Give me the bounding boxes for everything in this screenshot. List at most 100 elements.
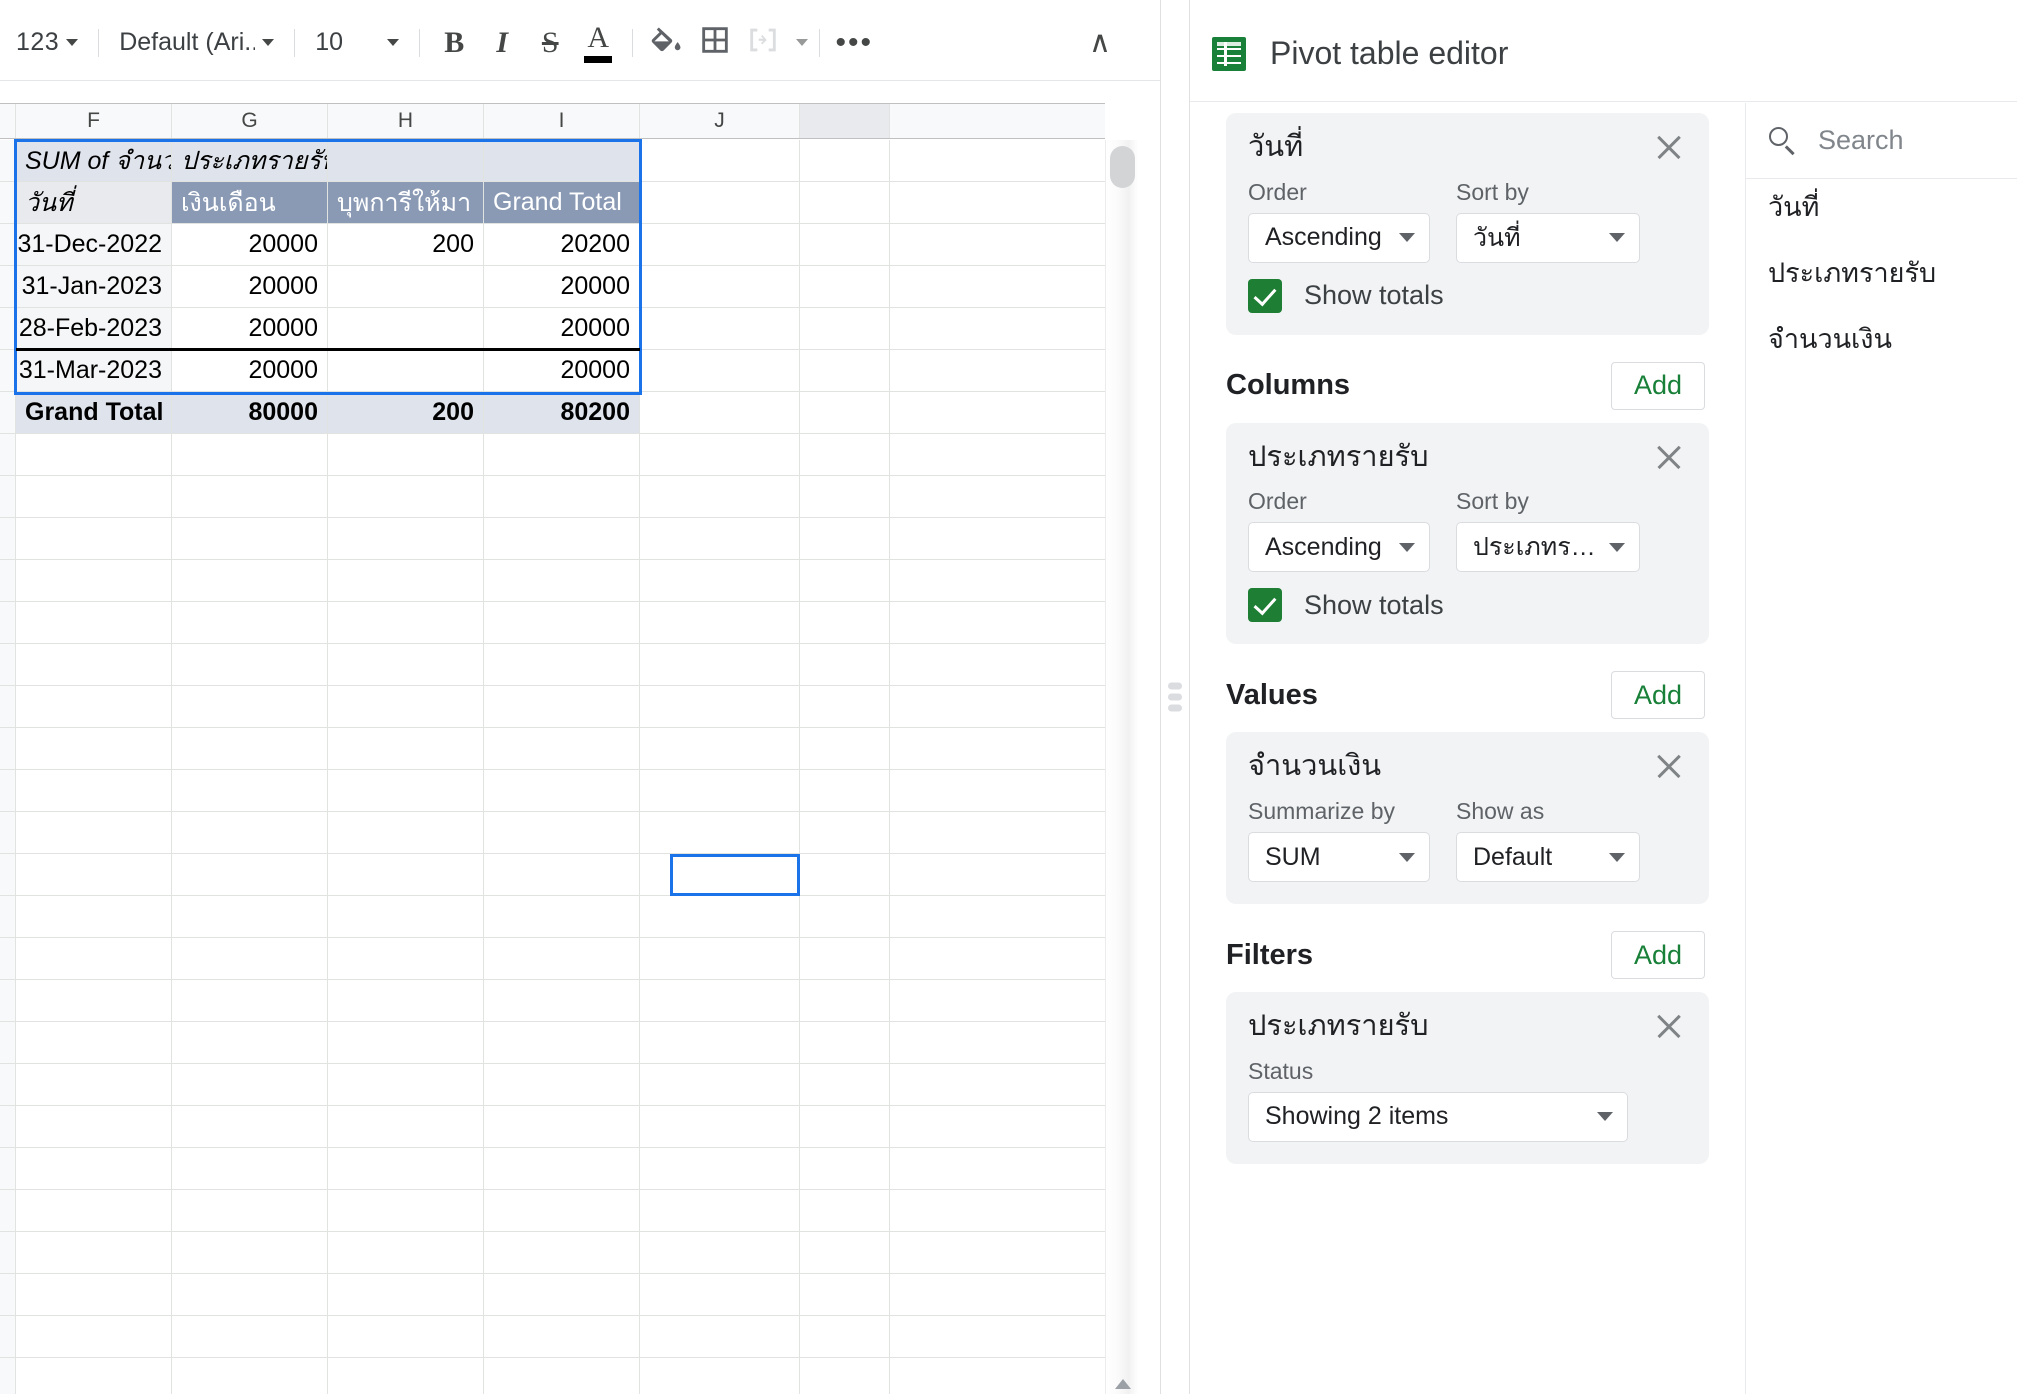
empty-cell[interactable] (800, 560, 890, 601)
empty-cell[interactable] (16, 1274, 172, 1315)
columns-field-card[interactable]: ประเภทรายรับ Order Ascending Sort by ประ… (1226, 422, 1709, 645)
empty-cell[interactable] (800, 266, 890, 307)
row-gutter[interactable] (0, 812, 16, 853)
empty-cell[interactable] (328, 518, 484, 559)
row-gutter[interactable] (0, 1064, 16, 1105)
empty-cell[interactable] (484, 1148, 640, 1189)
table-row[interactable] (0, 1316, 1105, 1358)
empty-cell[interactable] (484, 686, 640, 727)
empty-cell[interactable] (800, 224, 890, 265)
pivot-value-cell[interactable]: 20000 (484, 266, 640, 307)
row-gutter[interactable] (0, 938, 16, 979)
filter-status-select[interactable]: Showing 2 items (1248, 1091, 1628, 1142)
pivot-value-cell[interactable]: 20000 (172, 308, 328, 349)
empty-cell[interactable] (640, 476, 800, 517)
rows-order-select[interactable]: Ascending (1248, 212, 1430, 263)
empty-cell[interactable] (800, 308, 890, 349)
table-row[interactable] (0, 1190, 1105, 1232)
empty-cell[interactable] (172, 980, 328, 1021)
empty-cell[interactable] (16, 1022, 172, 1063)
pivot-value-cell[interactable]: 20000 (484, 350, 640, 391)
empty-cell[interactable] (484, 602, 640, 643)
empty-cell[interactable] (800, 1106, 890, 1147)
vertical-scrollbar[interactable] (1105, 140, 1138, 1394)
values-field-card[interactable]: จำนวนเงิน Summarize by SUM Show as Defau… (1226, 732, 1709, 905)
empty-cell[interactable] (172, 518, 328, 559)
pivot-row-label-cell[interactable]: 31-Jan-2023 (16, 266, 172, 307)
grid-rows[interactable]: SUM of จำนวนเงิประเภทรายรับวันที่เงินเดื… (0, 140, 1105, 1394)
empty-cell[interactable] (800, 686, 890, 727)
empty-cell[interactable] (484, 644, 640, 685)
empty-cell[interactable] (640, 1190, 800, 1231)
empty-cell[interactable] (800, 1316, 890, 1357)
row-gutter[interactable] (0, 1022, 16, 1063)
table-row[interactable] (0, 1106, 1105, 1148)
row-gutter[interactable] (0, 224, 16, 265)
table-row[interactable] (0, 602, 1105, 644)
empty-cell[interactable] (800, 1232, 890, 1273)
pivot-value-cell[interactable]: 20000 (172, 224, 328, 265)
pivot-value-cell[interactable] (328, 266, 484, 307)
summarize-by-select[interactable]: SUM (1248, 832, 1430, 883)
empty-cell[interactable] (800, 1148, 890, 1189)
empty-cell[interactable] (800, 644, 890, 685)
empty-cell[interactable] (484, 938, 640, 979)
empty-cell[interactable] (484, 854, 640, 895)
empty-cell[interactable] (640, 602, 800, 643)
empty-cell[interactable] (172, 602, 328, 643)
empty-cell[interactable] (328, 1148, 484, 1189)
pivot-column-header-cell[interactable]: Grand Total (484, 182, 640, 223)
empty-cell[interactable] (484, 1022, 640, 1063)
empty-cell[interactable] (172, 1232, 328, 1273)
row-gutter[interactable] (0, 896, 16, 937)
filters-field-card[interactable]: ประเภทรายรับ Status Showing 2 items (1226, 992, 1709, 1164)
text-color-button[interactable]: A (574, 19, 622, 67)
empty-cell[interactable] (640, 770, 800, 811)
empty-cell[interactable] (800, 392, 890, 433)
rows-show-totals-checkbox[interactable] (1248, 278, 1282, 313)
empty-cell[interactable] (484, 518, 640, 559)
collapse-toolbar-button[interactable]: ∧ (1076, 19, 1124, 67)
search-input[interactable] (1818, 125, 2017, 156)
column-header-G[interactable]: G (172, 104, 328, 138)
empty-cell[interactable] (640, 980, 800, 1021)
empty-cell[interactable] (328, 1232, 484, 1273)
empty-cell[interactable] (640, 1148, 800, 1189)
panel-resize-handle[interactable] (1160, 0, 1190, 1394)
column-header-partial[interactable] (800, 104, 890, 138)
font-size-select[interactable]: 10 (305, 19, 409, 67)
row-gutter[interactable] (0, 686, 16, 727)
empty-cell[interactable] (172, 1358, 328, 1394)
empty-cell[interactable] (172, 686, 328, 727)
empty-cell[interactable] (328, 560, 484, 601)
field-list[interactable]: วันที่ ประเภทรายรับ จำนวนเงิน (1746, 179, 2017, 365)
empty-cell[interactable] (16, 644, 172, 685)
empty-cell[interactable] (484, 1106, 640, 1147)
empty-cell[interactable] (800, 350, 890, 391)
add-value-button[interactable]: Add (1611, 671, 1705, 720)
empty-cell[interactable] (800, 434, 890, 475)
field-list-item[interactable]: วันที่ (1746, 179, 2017, 233)
table-row[interactable]: 28-Feb-2023 20000 20000 (0, 308, 1105, 350)
rows-show-totals-row[interactable]: Show totals (1248, 278, 1687, 313)
empty-cell[interactable] (800, 812, 890, 853)
empty-cell[interactable] (640, 140, 800, 181)
table-row[interactable] (0, 896, 1105, 938)
empty-cell[interactable] (640, 1358, 800, 1394)
empty-cell[interactable] (16, 1316, 172, 1357)
number-format-button[interactable]: 123 (6, 19, 88, 67)
empty-cell[interactable] (800, 1022, 890, 1063)
empty-cell[interactable] (800, 1190, 890, 1231)
row-gutter[interactable] (0, 1358, 16, 1394)
empty-cell[interactable] (172, 434, 328, 475)
row-gutter[interactable] (0, 182, 16, 223)
empty-cell[interactable] (328, 896, 484, 937)
row-gutter[interactable] (0, 518, 16, 559)
table-row[interactable] (0, 1022, 1105, 1064)
empty-cell[interactable] (484, 1190, 640, 1231)
empty-cell[interactable] (800, 770, 890, 811)
empty-cell[interactable] (172, 644, 328, 685)
row-gutter[interactable] (0, 644, 16, 685)
table-row[interactable] (0, 434, 1105, 476)
fill-color-button[interactable] (643, 19, 691, 67)
